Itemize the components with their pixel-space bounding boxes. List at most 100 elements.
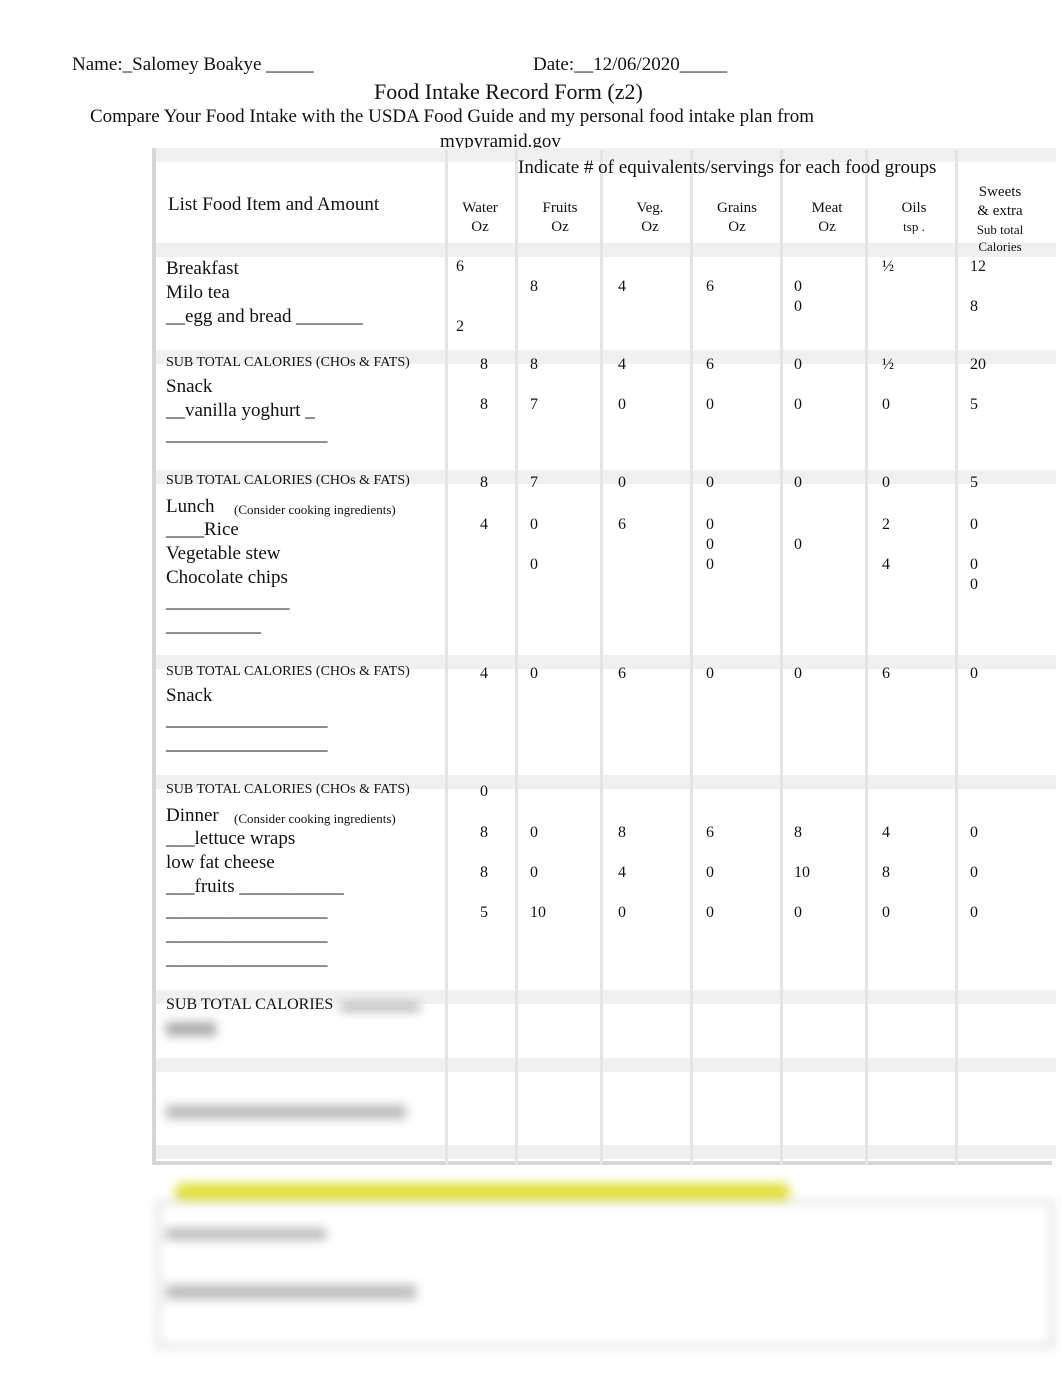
- serving-value: 7: [530, 396, 538, 413]
- subtotal-value: 4: [618, 356, 626, 373]
- serving-value: 4: [618, 278, 626, 295]
- column-header-line: Oils: [901, 200, 927, 216]
- subtotal-value: 6: [706, 356, 714, 373]
- subtotal-value: 6: [618, 665, 626, 682]
- column-header-line: Grains: [717, 200, 757, 216]
- food-item-input[interactable]: low fat cheese: [166, 852, 275, 874]
- food-item-input[interactable]: ___lettuce wraps: [166, 828, 295, 850]
- column-header-line: Water: [462, 200, 498, 216]
- serving-value: 8: [970, 298, 978, 315]
- serving-value: 0: [618, 396, 626, 413]
- subtotal-label: SUB TOTAL CALORIES (CHOs & FATS): [166, 782, 410, 797]
- serving-value: 8: [794, 824, 802, 841]
- serving-value: 0: [706, 556, 714, 573]
- item-header: List Food Item and Amount: [168, 194, 380, 215]
- cooking-note: (Consider cooking ingredients): [234, 502, 396, 517]
- group-header: Indicate # of equivalents/servings for e…: [518, 157, 937, 178]
- serving-value: 0: [794, 278, 802, 295]
- subtotal-value: 5: [970, 474, 978, 491]
- serving-value: 8: [882, 864, 890, 881]
- meal-title: Snack: [166, 376, 213, 397]
- column-divider: [515, 150, 518, 1165]
- serving-value: 6: [456, 258, 464, 275]
- serving-value: 0: [530, 556, 538, 573]
- serving-value: 0: [794, 298, 802, 315]
- column-divider: [445, 150, 448, 1165]
- food-item-input[interactable]: __________: [166, 615, 261, 637]
- serving-value: 10: [794, 864, 810, 881]
- food-item-input[interactable]: _________________: [166, 424, 328, 446]
- serving-value: 4: [882, 824, 890, 841]
- serving-value: 0: [970, 824, 978, 841]
- food-item-input[interactable]: _________________: [166, 733, 328, 755]
- subtotal-value: 6: [882, 665, 890, 682]
- food-item-input[interactable]: _________________: [166, 709, 328, 731]
- form-title: Food Intake Record Form (z2): [374, 79, 643, 104]
- subtotal-value: ½: [882, 356, 894, 373]
- food-item-input[interactable]: _____________: [166, 591, 290, 613]
- column-header: Oils tsp .: [901, 199, 926, 235]
- serving-value: 0: [794, 904, 802, 921]
- subtotal-label: SUB TOTAL CALORIES (CHOs & FATS): [166, 355, 410, 370]
- serving-value: 8: [480, 824, 488, 841]
- column-header: Water Oz: [462, 199, 497, 237]
- food-item-input[interactable]: ___fruits ___________: [166, 876, 344, 898]
- serving-value: 8: [618, 824, 626, 841]
- serving-value: 8: [480, 864, 488, 881]
- name-field: Name:_Salomey Boakye _____: [72, 54, 314, 75]
- food-item-input[interactable]: __egg and bread _______: [166, 306, 363, 328]
- food-item-input[interactable]: Vegetable stew: [166, 543, 280, 565]
- food-item-input[interactable]: __vanilla yoghurt _: [166, 400, 315, 422]
- column-header-line: Veg.: [636, 200, 664, 216]
- row-divider: [156, 243, 1056, 257]
- serving-value: 0: [794, 396, 802, 413]
- food-item-input[interactable]: _________________: [166, 948, 328, 970]
- column-header: Veg. Oz: [636, 199, 663, 237]
- serving-value: 0: [794, 536, 802, 553]
- food-intake-form: Name:_Salomey Boakye _____ Date:__12/06/…: [0, 0, 1062, 1377]
- food-item-input[interactable]: _________________: [166, 924, 328, 946]
- serving-value: 0: [530, 824, 538, 841]
- serving-value: 5: [480, 904, 488, 921]
- subtotal-value: 20: [970, 356, 986, 373]
- column-divider: [780, 150, 783, 1165]
- cooking-note: (Consider cooking ingredients): [234, 811, 396, 826]
- subtotal-value: 8: [480, 356, 488, 373]
- subtotal-value: 0: [794, 356, 802, 373]
- serving-value: 0: [882, 396, 890, 413]
- serving-value: 0: [970, 556, 978, 573]
- serving-value: 0: [706, 396, 714, 413]
- row-divider: [156, 1145, 1056, 1159]
- food-item-input[interactable]: Milo tea: [166, 282, 230, 304]
- column-divider: [955, 150, 958, 1165]
- column-header-line: Oz: [471, 219, 489, 235]
- subtotal-value: 4: [480, 665, 488, 682]
- serving-value: 0: [970, 904, 978, 921]
- subtotal-value: 0: [882, 474, 890, 491]
- food-item-input[interactable]: ____Rice: [166, 519, 239, 541]
- column-header-line: Sub total: [976, 222, 1024, 237]
- food-item-input[interactable]: _________________: [166, 900, 328, 922]
- date-field: Date:__12/06/2020_____: [533, 54, 728, 75]
- subtotal-value: 0: [706, 474, 714, 491]
- serving-value: 6: [706, 278, 714, 295]
- subtotal-label: SUB TOTAL CALORIES (CHOs & FATS): [166, 664, 410, 679]
- serving-value: 8: [480, 396, 488, 413]
- food-item-input[interactable]: Chocolate chips: [166, 567, 288, 589]
- column-header-line: Sweets: [978, 184, 1022, 200]
- column-header-line: Meat: [811, 200, 843, 216]
- column-header-line: Fruits: [542, 200, 578, 216]
- column-header: Sweets & extra Sub total Calories: [977, 183, 1024, 255]
- column-header-line: Oz: [818, 219, 836, 235]
- serving-value: 6: [618, 516, 626, 533]
- column-header-line: Oz: [728, 219, 746, 235]
- serving-value: 2: [882, 516, 890, 533]
- subtotal-value: 0: [970, 665, 978, 682]
- subtotal-value: 0: [618, 474, 626, 491]
- serving-value: 0: [618, 904, 626, 921]
- serving-value: 0: [970, 864, 978, 881]
- column-header-line: & extra: [977, 203, 1023, 219]
- serving-value: ½: [882, 258, 894, 275]
- serving-value: 0: [530, 864, 538, 881]
- serving-value: 5: [970, 396, 978, 413]
